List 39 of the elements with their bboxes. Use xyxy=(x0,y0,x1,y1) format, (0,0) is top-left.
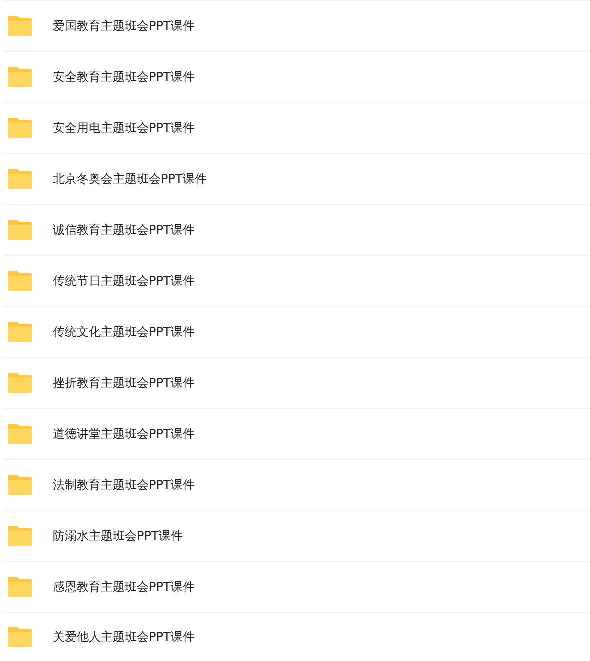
folder-name: 北京冬奥会主题班会PPT课件 xyxy=(53,170,207,188)
folder-icon xyxy=(7,219,33,241)
folder-name: 安全用电主题班会PPT课件 xyxy=(53,120,195,136)
folder-row[interactable]: 关爱他人主题班会PPT课件 xyxy=(3,612,590,661)
folder-row[interactable]: 北京冬奥会主题班会PPT课件 xyxy=(3,153,590,204)
folder-row[interactable]: 安全用电主题班会PPT课件 xyxy=(3,102,590,153)
folder-name: 爱国教育主题班会PPT课件 xyxy=(53,18,195,34)
folder-icon xyxy=(7,66,33,88)
folder-icon xyxy=(7,168,33,190)
folder-icon xyxy=(7,576,33,598)
folder-name: 感恩教育主题班会PPT课件 xyxy=(53,578,195,596)
folder-icon xyxy=(7,372,33,394)
folder-row[interactable]: 防溺水主题班会PPT课件 xyxy=(3,510,590,561)
folder-row[interactable]: 传统节日主题班会PPT课件 xyxy=(3,255,590,306)
folder-row[interactable]: 法制教育主题班会PPT课件 xyxy=(3,459,590,510)
folder-row[interactable]: 诚信教育主题班会PPT课件 xyxy=(3,204,590,255)
folder-name: 道德讲堂主题班会PPT课件 xyxy=(53,426,195,442)
folder-icon xyxy=(7,423,33,445)
folder-row[interactable]: 爱国教育主题班会PPT课件 xyxy=(3,0,590,51)
folder-name: 关爱他人主题班会PPT课件 xyxy=(53,628,195,646)
folder-name: 挫折教育主题班会PPT课件 xyxy=(53,374,195,392)
folder-row[interactable]: 安全教育主题班会PPT课件 xyxy=(3,51,590,102)
folder-name: 传统文化主题班会PPT课件 xyxy=(53,324,195,340)
folder-row[interactable]: 传统文化主题班会PPT课件 xyxy=(3,306,590,357)
folder-row[interactable]: 感恩教育主题班会PPT课件 xyxy=(3,561,590,612)
folder-icon xyxy=(7,626,33,648)
folder-name: 诚信教育主题班会PPT课件 xyxy=(53,222,195,238)
folder-name: 传统节日主题班会PPT课件 xyxy=(53,272,195,290)
folder-icon xyxy=(7,15,33,37)
folder-row[interactable]: 道德讲堂主题班会PPT课件 xyxy=(3,408,590,459)
folder-row[interactable]: 挫折教育主题班会PPT课件 xyxy=(3,357,590,408)
folder-icon xyxy=(7,270,33,292)
folder-icon xyxy=(7,321,33,343)
folder-name: 法制教育主题班会PPT课件 xyxy=(53,476,195,494)
folder-name: 安全教育主题班会PPT课件 xyxy=(53,68,195,86)
folder-icon xyxy=(7,525,33,547)
folder-icon xyxy=(7,474,33,496)
folder-name: 防溺水主题班会PPT课件 xyxy=(53,528,183,544)
folder-icon xyxy=(7,117,33,139)
